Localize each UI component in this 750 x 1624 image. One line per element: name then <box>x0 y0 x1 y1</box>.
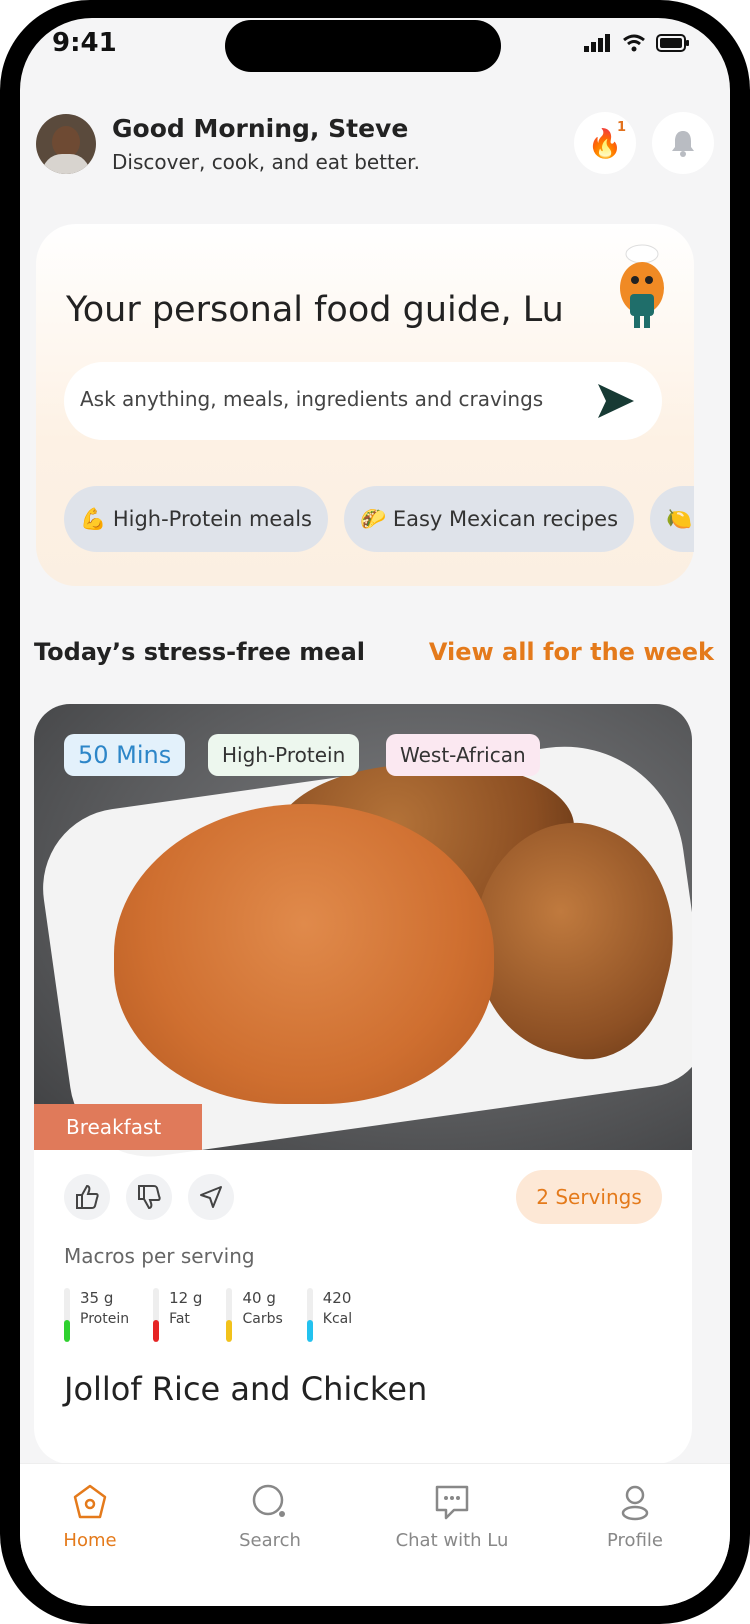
notifications-button[interactable] <box>652 112 714 174</box>
time-tag: 50 Mins <box>64 734 186 776</box>
macro-bar-carbs <box>226 1320 233 1342</box>
meal-card[interactable]: 50 Mins High-Protein West-African Breakf… <box>34 704 692 1464</box>
dynamic-island <box>225 20 501 72</box>
header: Good Morning, Steve Discover, cook, and … <box>36 112 714 178</box>
tab-profile[interactable]: Profile <box>565 1482 705 1551</box>
chef-mascot-icon <box>620 244 664 328</box>
share-icon <box>200 1186 222 1208</box>
view-all-link[interactable]: View all for the week <box>429 638 714 666</box>
cuisine-tag: West-African <box>386 734 540 776</box>
macros-label: Macros per serving <box>64 1244 255 1268</box>
avatar[interactable] <box>36 114 96 174</box>
status-icons <box>584 34 690 52</box>
meal-photo: 50 Mins High-Protein West-African Breakf… <box>34 704 692 1167</box>
home-icon <box>73 1484 107 1519</box>
streak-button[interactable]: 🔥 1 <box>574 112 636 174</box>
ask-placeholder: Ask anything, meals, ingredients and cra… <box>80 387 544 411</box>
thumbs-up-icon <box>76 1184 99 1209</box>
share-button[interactable] <box>188 1174 234 1220</box>
greeting: Good Morning, Steve <box>112 114 409 143</box>
send-icon[interactable] <box>596 382 636 420</box>
servings-button[interactable]: 2 Servings <box>516 1170 662 1224</box>
macro-carbs: 40 g Carbs <box>226 1288 283 1342</box>
macro-bar-protein <box>64 1320 70 1342</box>
food-guide-card: Your personal food guide, Lu Ask anythin… <box>36 224 694 586</box>
section-title: Today’s stress-free meal <box>34 638 366 666</box>
dislike-button[interactable] <box>126 1174 172 1220</box>
profile-icon <box>621 1485 649 1521</box>
thumbs-down-icon <box>138 1185 161 1210</box>
signal-icon <box>584 34 610 52</box>
protein-tag: High-Protein <box>208 734 360 776</box>
macro-fat: 12 g Fat <box>153 1288 202 1342</box>
macro-bar-kcal <box>306 1320 313 1342</box>
macro-protein: 35 g Protein <box>64 1288 129 1342</box>
chip-mexican[interactable]: 🌮 Easy Mexican recipes <box>344 486 635 552</box>
macro-bar-fat <box>153 1320 160 1342</box>
status-time: 9:41 <box>52 28 117 58</box>
streak-count: 1 <box>616 120 626 135</box>
suggestion-chips: 💪 High-Protein meals 🌮 Easy Mexican recip… <box>64 486 694 554</box>
tab-home[interactable]: Home <box>20 1482 160 1551</box>
phone-frame: 9:41 Good Morning, Steve Discover, cook,… <box>0 0 750 1624</box>
tab-chat[interactable]: Chat with Lu <box>382 1482 522 1551</box>
tab-bar: Home Search Chat with Lu Profile <box>20 1463 730 1606</box>
battery-icon <box>656 34 689 52</box>
hero-title: Your personal food guide, Lu <box>66 290 564 330</box>
header-subtitle: Discover, cook, and eat better. <box>112 150 420 174</box>
like-button[interactable] <box>64 1174 110 1220</box>
ask-input[interactable]: Ask anything, meals, ingredients and cra… <box>64 362 662 440</box>
chat-icon <box>435 1485 469 1520</box>
meal-title: Jollof Rice and Chicken <box>64 1370 428 1408</box>
macro-kcal: 420 Kcal <box>306 1288 352 1342</box>
chip-lemon[interactable]: 🍋 K <box>650 486 694 552</box>
meal-type-badge: Breakfast <box>34 1104 202 1150</box>
app-screen: 9:41 Good Morning, Steve Discover, cook,… <box>20 18 730 1606</box>
bell-icon <box>672 131 694 157</box>
search-icon <box>252 1484 285 1517</box>
wifi-icon <box>623 34 645 52</box>
macros-list: 35 g Protein 12 g Fat 40 g Carbs 420 Kca… <box>64 1288 352 1342</box>
tab-search[interactable]: Search <box>200 1482 340 1551</box>
chip-high-protein[interactable]: 💪 High-Protein meals <box>64 486 328 552</box>
